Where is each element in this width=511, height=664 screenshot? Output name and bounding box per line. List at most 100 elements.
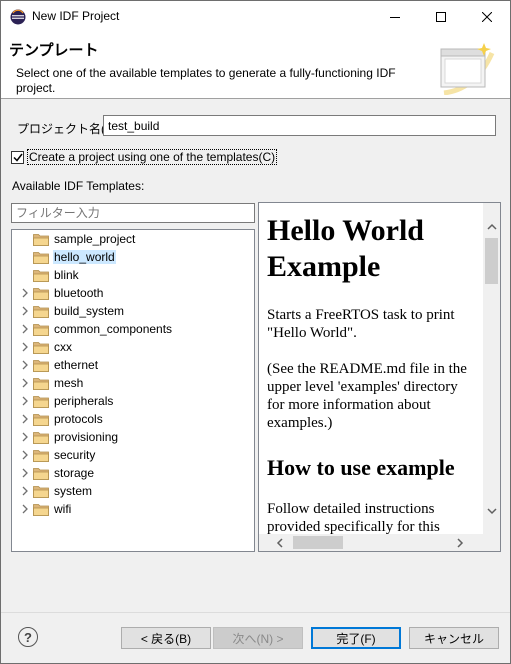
folder-icon [33,486,49,498]
scroll-left-button[interactable] [271,534,288,551]
use-template-checkbox[interactable] [11,150,24,164]
use-template-option[interactable]: Create a project using one of the templa… [11,149,278,165]
footer-divider [1,612,510,613]
folder-icon [33,306,49,318]
tree-item[interactable]: peripherals [12,392,254,410]
scroll-right-button[interactable] [452,534,469,551]
tree-item[interactable]: security [12,446,254,464]
folder-icon [33,360,49,372]
help-button[interactable]: ? [18,627,38,647]
preview-subheading: How to use example [267,455,455,480]
tree-item[interactable]: bluetooth [12,284,254,302]
tree-item-label: ethernet [54,358,99,372]
tree-item[interactable]: hello_world [12,248,254,266]
scroll-up-button[interactable] [483,218,500,235]
chevron-right-icon[interactable] [20,467,30,479]
tree-item-label: hello_world [53,250,116,264]
vertical-scroll-thumb[interactable] [485,238,498,284]
tree-item-label: storage [54,466,95,480]
folder-icon [33,252,49,264]
preview-heading: Hello World Example [267,214,424,283]
next-button[interactable]: 次へ(N) > [213,627,303,649]
preview-paragraph: (See the README.md file in the upper lev… [267,361,467,431]
horizontal-scrollbar[interactable] [259,534,483,551]
maximize-button[interactable] [418,1,464,32]
wizard-banner-icon [440,43,495,95]
tree-item[interactable]: provisioning [12,428,254,446]
chevron-right-icon[interactable] [20,449,30,461]
chevron-up-icon [486,223,497,230]
window-title: New IDF Project [32,9,120,23]
chevron-right-icon [457,537,464,548]
tree-item[interactable]: common_components [12,320,254,338]
available-templates-label: Available IDF Templates: [12,179,145,193]
tree-item-label: bluetooth [54,286,104,300]
chevron-right-icon[interactable] [20,431,30,443]
folder-icon [33,504,49,516]
tree-item-label: provisioning [54,430,119,444]
project-name-input[interactable] [103,115,496,136]
chevron-right-icon[interactable] [20,287,30,299]
tree-item[interactable]: sample_project [12,230,254,248]
tree-item[interactable]: cxx [12,338,254,356]
folder-icon [33,234,49,246]
page-description: Select one of the available templates to… [16,66,396,95]
vertical-scrollbar[interactable] [483,203,500,534]
chevron-right-icon[interactable] [20,359,30,371]
chevron-right-icon[interactable] [20,377,30,389]
back-button[interactable]: < 戻る(B) [121,627,211,649]
wizard-header: テンプレート Select one of the available templ… [1,32,510,99]
preview-paragraph: Starts a FreeRTOS task to print "Hello W… [267,307,455,341]
chevron-right-icon[interactable] [20,305,30,317]
chevron-right-icon[interactable] [20,413,30,425]
new-idf-project-window: New IDF Project テンプレート Select one of the… [0,0,511,664]
cancel-button[interactable]: キャンセル [409,627,499,649]
close-icon [482,11,492,22]
tree-item-label: sample_project [54,232,136,246]
tree-item-label: protocols [54,412,103,426]
horizontal-scroll-thumb[interactable] [293,536,343,549]
folder-icon [33,450,49,462]
filter-input[interactable] [11,203,255,223]
chevron-right-icon[interactable] [20,395,30,407]
scroll-down-button[interactable] [483,503,500,520]
tree-item[interactable]: mesh [12,374,254,392]
tree-item[interactable]: storage [12,464,254,482]
tree-item[interactable]: system [12,482,254,500]
folder-icon [33,378,49,390]
tree-item[interactable]: ethernet [12,356,254,374]
title-bar: New IDF Project [1,1,510,32]
chevron-right-icon[interactable] [20,323,30,335]
chevron-right-icon[interactable] [20,341,30,353]
tree-item-label: system [54,484,93,498]
tree-item-label: mesh [54,376,84,390]
finish-button[interactable]: 完了(F) [311,627,401,649]
chevron-right-icon[interactable] [20,503,30,515]
chevron-left-icon [276,537,283,548]
checkmark-icon [12,153,23,162]
folder-icon [33,324,49,336]
template-tree[interactable]: sample_project hello_worldblink bluetooth b… [11,229,255,552]
tree-item-label: blink [54,268,79,282]
scrollbar-corner [483,534,500,551]
folder-icon [33,414,49,426]
tree-item[interactable]: wifi [12,500,254,518]
maximize-icon [436,11,446,22]
tree-item-label: security [54,448,96,462]
tree-item[interactable]: blink [12,266,254,284]
template-preview: Hello World Example Starts a FreeRTOS ta… [258,202,501,552]
tree-item[interactable]: build_system [12,302,254,320]
use-template-label[interactable]: Create a project using one of the templa… [27,149,278,165]
tree-item-label: common_components [54,322,173,336]
minimize-icon [390,16,400,18]
minimize-button[interactable] [372,1,418,32]
page-title: テンプレート [9,42,99,59]
folder-icon [33,396,49,408]
chevron-down-icon [486,508,497,515]
close-button[interactable] [464,1,510,32]
tree-item-label: wifi [54,502,72,516]
chevron-right-icon[interactable] [20,485,30,497]
tree-item[interactable]: protocols [12,410,254,428]
folder-icon [33,270,49,282]
tree-item-label: cxx [54,340,72,354]
